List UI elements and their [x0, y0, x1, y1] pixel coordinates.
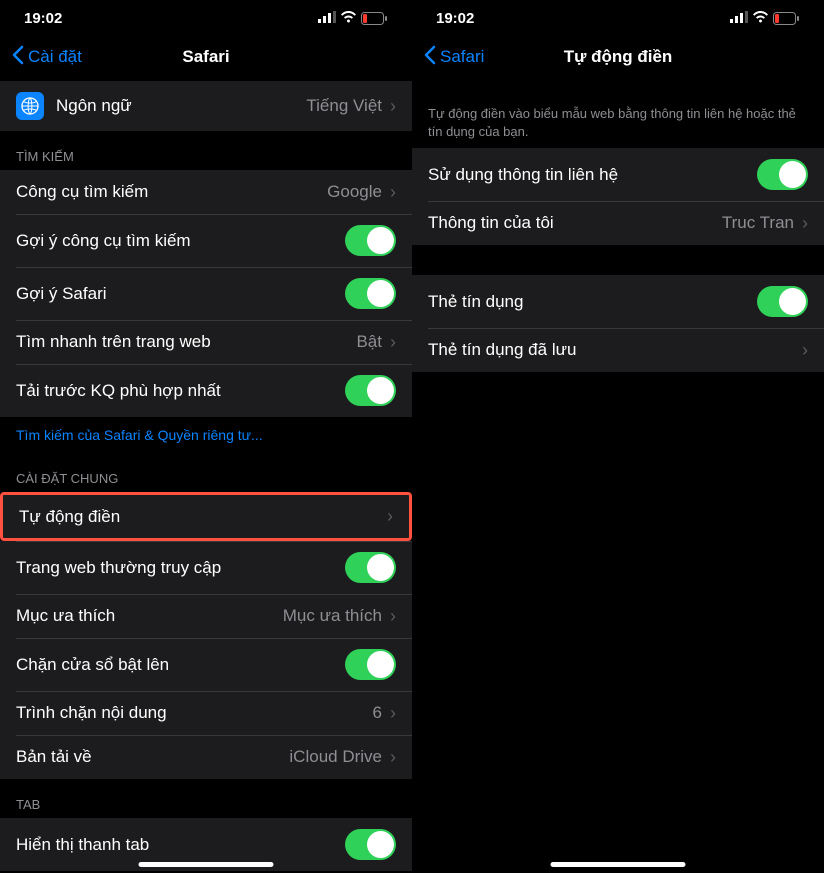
chevron-right-icon: ›	[390, 606, 396, 627]
row-label: Gợi ý Safari	[16, 284, 345, 304]
toggle-switch[interactable]	[345, 552, 396, 583]
autofill-description: Tự động điền vào biểu mẫu web bằng thông…	[412, 81, 824, 148]
row-label: Tải trước KQ phù hợp nhất	[16, 381, 345, 401]
section-header-general: CÀI ĐẶT CHUNG	[0, 453, 412, 492]
row-label: Tìm nhanh trên trang web	[16, 332, 356, 352]
row-label: Trình chặn nội dung	[16, 703, 373, 723]
row-label: Sử dụng thông tin liên hệ	[428, 165, 757, 185]
chevron-right-icon: ›	[390, 96, 396, 117]
credit-cards-row[interactable]: Thẻ tín dụng	[412, 275, 824, 328]
row-value: iCloud Drive	[289, 747, 382, 767]
status-bar: 19:02	[412, 0, 824, 37]
row-label: Thẻ tín dụng đã lưu	[428, 340, 802, 360]
section-header-search: TÌM KIẾM	[0, 131, 412, 170]
chevron-right-icon: ›	[390, 703, 396, 724]
row-label: Thẻ tín dụng	[428, 292, 757, 312]
row-label: Công cụ tìm kiếm	[16, 182, 327, 202]
use-contact-row[interactable]: Sử dụng thông tin liên hệ	[412, 148, 824, 201]
toggle-switch[interactable]	[345, 375, 396, 406]
chevron-right-icon: ›	[390, 332, 396, 353]
row-label: Ngôn ngữ	[56, 96, 306, 116]
chevron-right-icon: ›	[390, 747, 396, 768]
row-value: Truc Tran	[722, 213, 794, 233]
nav-bar: Cài đặt Safari	[0, 37, 412, 81]
popup-block-row[interactable]: Chặn cửa sổ bật lên	[0, 638, 412, 691]
page-title: Tự động điền	[564, 47, 673, 67]
row-value: Tiếng Việt	[306, 96, 382, 116]
battery-low-icon	[361, 12, 388, 25]
row-label: Trang web thường truy cập	[16, 558, 345, 578]
wifi-icon	[752, 10, 769, 27]
autofill-row[interactable]: Tự động điền ›	[0, 492, 412, 541]
row-label: Hiển thị thanh tab	[16, 835, 345, 855]
globe-icon	[16, 92, 44, 120]
toggle-switch[interactable]	[757, 159, 808, 190]
row-label: Gợi ý công cụ tìm kiếm	[16, 231, 345, 251]
home-indicator[interactable]	[139, 862, 274, 867]
status-bar: 19:02	[0, 0, 412, 37]
status-time: 19:02	[436, 10, 474, 27]
home-indicator[interactable]	[551, 862, 686, 867]
content-blockers-row[interactable]: Trình chặn nội dung 6 ›	[0, 691, 412, 735]
autofill-settings-screen: 19:02 Safari Tự động điền Tự động điền v…	[412, 0, 824, 873]
engine-suggestions-row[interactable]: Gợi ý công cụ tìm kiếm	[0, 214, 412, 267]
row-label: Thông tin của tôi	[428, 213, 722, 233]
back-label: Safari	[440, 47, 484, 67]
search-engine-row[interactable]: Công cụ tìm kiếm Google ›	[0, 170, 412, 214]
preload-row[interactable]: Tải trước KQ phù hợp nhất	[0, 364, 412, 417]
chevron-right-icon: ›	[802, 213, 808, 234]
safari-settings-screen: 19:02 Cài đặt Safari Ngôn ngữ Tiếng Việt…	[0, 0, 412, 873]
nav-bar: Safari Tự động điền	[412, 37, 824, 81]
row-value: 6	[373, 703, 382, 723]
my-info-row[interactable]: Thông tin của tôi Truc Tran ›	[412, 201, 824, 245]
search-privacy-link[interactable]: Tìm kiếm của Safari & Quyền riêng tư...	[0, 417, 412, 453]
cellular-icon	[730, 10, 748, 27]
downloads-row[interactable]: Bản tải về iCloud Drive ›	[0, 735, 412, 779]
row-value: Google	[327, 182, 382, 202]
cellular-icon	[318, 10, 336, 27]
section-header-tab: TAB	[0, 779, 412, 818]
page-title: Safari	[182, 47, 229, 67]
saved-cards-row[interactable]: Thẻ tín dụng đã lưu ›	[412, 328, 824, 372]
back-button[interactable]: Safari	[424, 45, 484, 70]
row-label: Chặn cửa sổ bật lên	[16, 655, 345, 675]
toggle-switch[interactable]	[345, 278, 396, 309]
chevron-left-icon	[12, 45, 24, 70]
chevron-right-icon: ›	[387, 506, 393, 527]
toggle-switch[interactable]	[757, 286, 808, 317]
status-time: 19:02	[24, 10, 62, 27]
status-icons	[730, 10, 800, 27]
row-label: Tự động điền	[19, 507, 387, 527]
favorites-row[interactable]: Mục ưa thích Mục ưa thích ›	[0, 594, 412, 638]
row-value: Mục ưa thích	[283, 606, 382, 626]
toggle-switch[interactable]	[345, 829, 396, 860]
back-button[interactable]: Cài đặt	[12, 45, 82, 70]
chevron-right-icon: ›	[390, 182, 396, 203]
toggle-switch[interactable]	[345, 225, 396, 256]
toggle-switch[interactable]	[345, 649, 396, 680]
row-value: Bật	[356, 332, 382, 352]
status-icons	[318, 10, 388, 27]
chevron-left-icon	[424, 45, 436, 70]
chevron-right-icon: ›	[802, 340, 808, 361]
frequent-sites-row[interactable]: Trang web thường truy cập	[0, 541, 412, 594]
back-label: Cài đặt	[28, 47, 82, 67]
battery-low-icon	[773, 12, 800, 25]
language-row[interactable]: Ngôn ngữ Tiếng Việt ›	[0, 81, 412, 131]
wifi-icon	[340, 10, 357, 27]
row-label: Mục ưa thích	[16, 606, 283, 626]
quick-find-row[interactable]: Tìm nhanh trên trang web Bật ›	[0, 320, 412, 364]
safari-suggestions-row[interactable]: Gợi ý Safari	[0, 267, 412, 320]
row-label: Bản tải về	[16, 747, 289, 767]
